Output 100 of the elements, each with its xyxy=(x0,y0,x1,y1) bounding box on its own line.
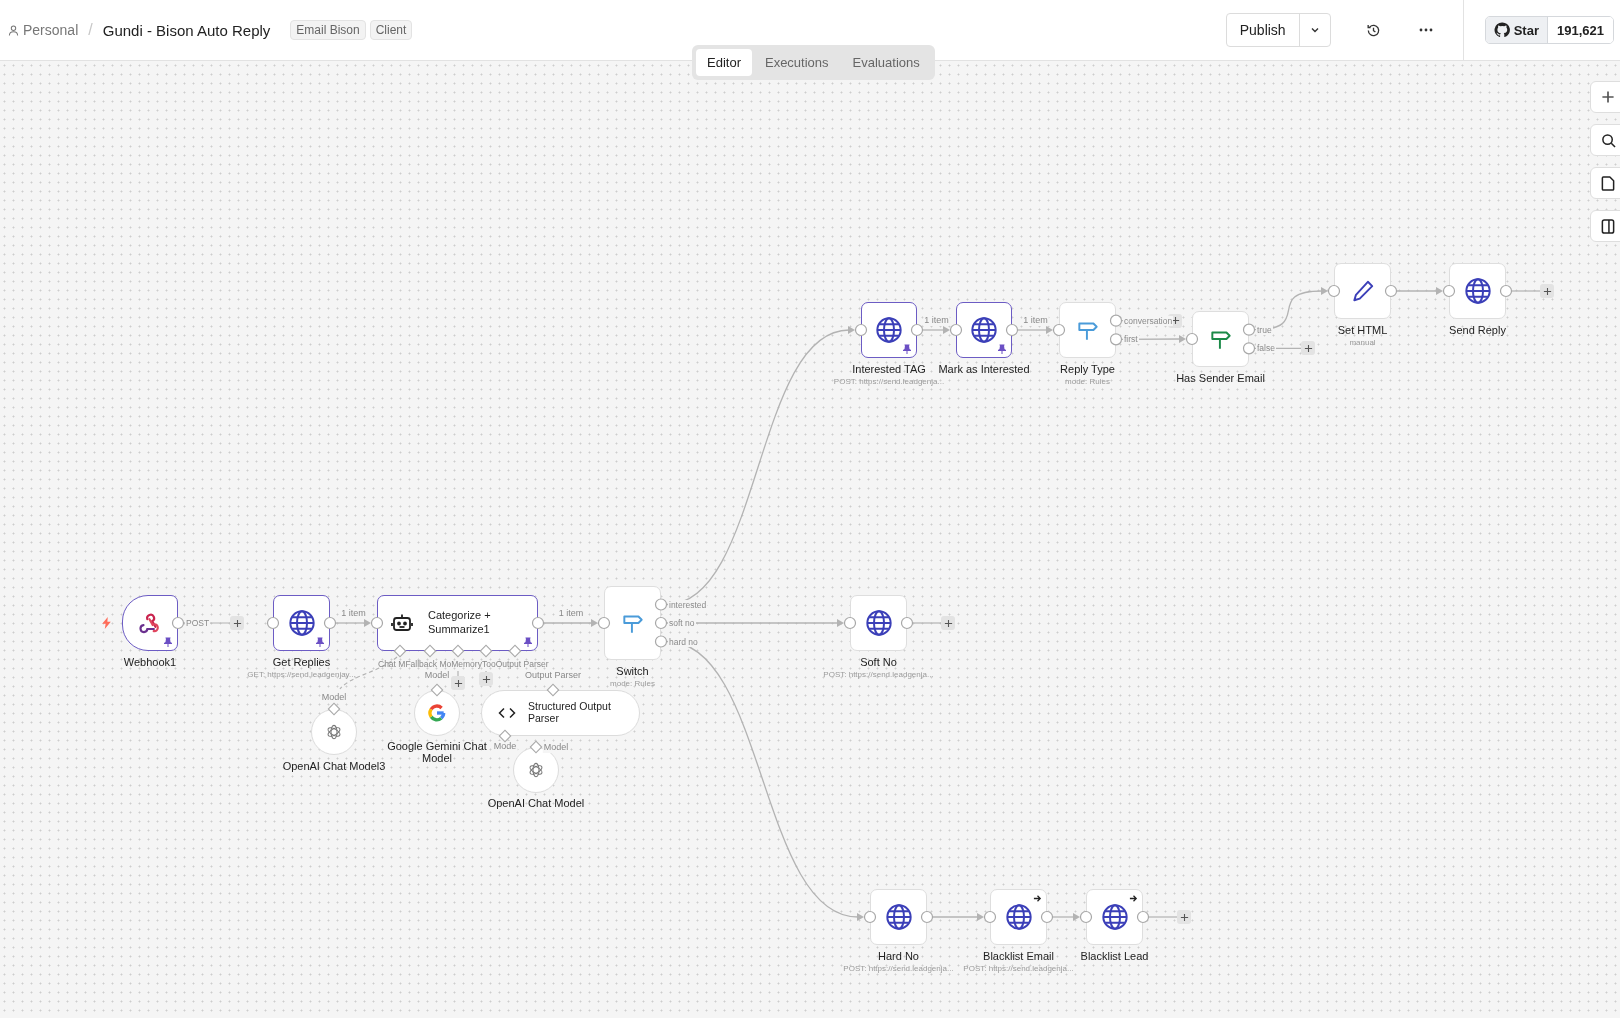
output-port[interactable] xyxy=(171,616,185,630)
connection-line[interactable] xyxy=(543,619,598,627)
output-port[interactable] xyxy=(1136,910,1150,924)
output-label: interested xyxy=(668,599,708,610)
connection-line[interactable] xyxy=(335,619,371,627)
node-subtitle: mode: Rules xyxy=(610,679,655,688)
output-port[interactable] xyxy=(1242,342,1256,355)
input-label: Fallback Mo xyxy=(405,659,452,669)
add-button[interactable] xyxy=(1177,910,1191,924)
output-port[interactable] xyxy=(920,910,934,924)
output-port[interactable] xyxy=(900,616,914,630)
output-port[interactable] xyxy=(654,616,668,630)
input-port[interactable] xyxy=(479,644,493,658)
input-port[interactable] xyxy=(1079,910,1093,924)
view-tab[interactable]: Evaluations xyxy=(841,49,931,76)
workflow-node[interactable] xyxy=(861,302,917,358)
output-port[interactable] xyxy=(1109,333,1123,346)
search-button[interactable] xyxy=(1590,124,1620,156)
side-panel-button[interactable] xyxy=(1590,210,1620,242)
github-star-button[interactable]: Star xyxy=(1485,17,1548,43)
workflow-tag[interactable]: Email Bison xyxy=(290,20,366,40)
node-subtitle: GET: https://send.leadgenjay... xyxy=(247,670,356,679)
connection-line[interactable] xyxy=(1052,913,1080,921)
workflow-node[interactable] xyxy=(273,595,330,651)
globe-icon xyxy=(1463,277,1492,305)
input-port[interactable] xyxy=(370,616,384,630)
input-port[interactable] xyxy=(843,616,857,630)
input-port[interactable] xyxy=(266,616,280,630)
input-port[interactable] xyxy=(949,323,963,337)
output-label: false xyxy=(1256,343,1276,354)
arrow-icon xyxy=(1129,894,1138,903)
input-port[interactable] xyxy=(508,644,522,658)
input-port[interactable] xyxy=(854,323,868,337)
input-port[interactable] xyxy=(393,644,407,658)
output-port[interactable] xyxy=(654,598,668,611)
add-button[interactable] xyxy=(451,676,465,690)
workflow-node[interactable] xyxy=(956,302,1012,358)
input-port[interactable] xyxy=(451,644,465,658)
zoom-in-button[interactable] xyxy=(1590,81,1620,113)
input-port[interactable] xyxy=(430,683,444,697)
add-button[interactable] xyxy=(941,616,955,630)
connection-line[interactable] xyxy=(932,913,984,921)
input-port[interactable] xyxy=(1052,323,1066,337)
node-title: Soft No xyxy=(860,656,897,668)
pin-icon xyxy=(902,344,912,354)
workflow-title[interactable]: Gundi - Bison Auto Reply xyxy=(102,21,271,39)
publish-button[interactable]: Publish xyxy=(1226,14,1299,46)
pin-icon xyxy=(163,637,173,647)
input-port[interactable] xyxy=(597,616,611,630)
node-title: Reply Type xyxy=(1060,363,1115,375)
breadcrumb-link[interactable]: Personal xyxy=(8,22,79,38)
output-port[interactable] xyxy=(531,616,545,630)
connection-line[interactable] xyxy=(1017,326,1053,334)
plus-icon xyxy=(453,678,463,688)
output-port[interactable] xyxy=(1242,323,1256,336)
node-title: Google Gemini Chat Model xyxy=(386,740,488,764)
connection-line[interactable] xyxy=(922,326,950,334)
workflow-node[interactable]: Categorize + Summarize1 xyxy=(377,595,538,651)
github-icon xyxy=(1493,22,1510,38)
globe-icon xyxy=(875,316,903,344)
add-button[interactable] xyxy=(479,672,493,686)
output-port[interactable] xyxy=(910,323,924,337)
node-subtitle: manual xyxy=(1349,338,1376,347)
output-port[interactable] xyxy=(1109,314,1123,327)
input-port[interactable] xyxy=(983,910,997,924)
add-button[interactable] xyxy=(1301,341,1315,356)
globe-icon xyxy=(1004,903,1033,931)
input-port[interactable] xyxy=(498,729,512,743)
node-title: Switch xyxy=(616,665,649,677)
input-port[interactable] xyxy=(1442,284,1456,298)
workflow-tag[interactable]: Client xyxy=(369,20,413,40)
input-label: Output Parser xyxy=(524,670,582,681)
node-title: OpenAI Chat Model xyxy=(486,797,586,809)
workflow-node[interactable]: Structured Output Parser xyxy=(481,690,640,736)
view-tab[interactable]: Editor xyxy=(696,49,752,76)
output-port[interactable] xyxy=(1040,910,1054,924)
output-port[interactable] xyxy=(1499,284,1513,298)
input-port[interactable] xyxy=(529,740,543,754)
pin-icon xyxy=(997,344,1007,354)
workflow-node[interactable] xyxy=(122,595,178,651)
input-port[interactable] xyxy=(863,910,877,924)
output-port[interactable] xyxy=(1005,323,1019,337)
lightning-icon xyxy=(102,617,111,629)
node-title: Structured Output Parser xyxy=(528,701,612,725)
output-port[interactable] xyxy=(654,635,668,648)
output-port[interactable] xyxy=(1384,284,1398,298)
node-title: Interested TAG xyxy=(852,363,926,375)
connection-line[interactable] xyxy=(1121,335,1186,343)
output-port[interactable] xyxy=(323,616,337,630)
input-port[interactable] xyxy=(546,683,560,697)
input-port[interactable] xyxy=(1185,332,1199,346)
add-button[interactable] xyxy=(1540,284,1554,298)
view-tab[interactable]: Executions xyxy=(753,49,840,76)
sticky-note-button[interactable] xyxy=(1590,167,1620,199)
connection-line[interactable] xyxy=(1396,287,1443,295)
add-button[interactable] xyxy=(230,616,244,630)
input-port[interactable] xyxy=(1327,284,1341,298)
edge-label: 1 item xyxy=(1022,315,1049,326)
input-port[interactable] xyxy=(423,644,437,658)
input-port[interactable] xyxy=(327,702,341,716)
